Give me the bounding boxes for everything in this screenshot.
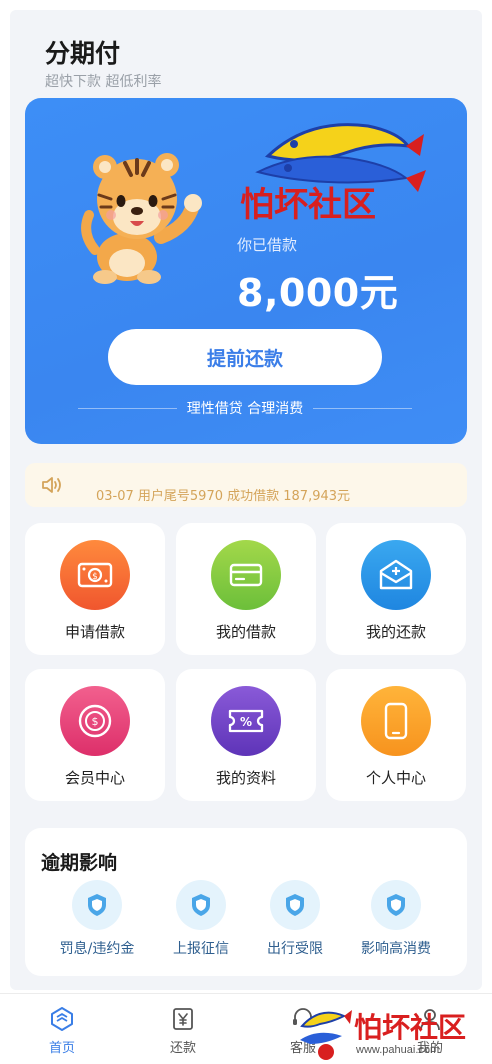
- overdue-item-penalty[interactable]: 罚息/违约金: [47, 880, 147, 960]
- phone-icon: [384, 702, 408, 740]
- slogan-row: 理性借贷 合理消费: [78, 398, 413, 418]
- overdue-impact-card: 逾期影响 罚息/违约金 上报征信 出行受限 影响高消费: [25, 828, 467, 976]
- shield-icon: [192, 894, 210, 916]
- loan-notice-marquee[interactable]: 03-07 用户尾号5970 成功借款 187,943元: [25, 463, 467, 507]
- page-title: 分期付: [45, 39, 121, 68]
- menu-label: 申请借款: [64, 623, 125, 641]
- menu-label: 个人中心: [365, 769, 426, 787]
- menu-apply-loan[interactable]: $ 申请借款: [25, 523, 165, 655]
- loan-amount-label: 你已借款: [237, 236, 298, 254]
- shield-icon: [387, 894, 405, 916]
- menu-icon-circle: $: [60, 540, 130, 610]
- overdue-title: 逾期影响: [41, 852, 118, 874]
- page-subtitle: 超快下款 超低利率: [45, 74, 162, 90]
- menu-my-profile[interactable]: % 我的资料: [176, 669, 316, 801]
- menu-icon-circle: [361, 686, 431, 756]
- menu-label: 我的资料: [215, 769, 276, 787]
- ticket-icon: %: [228, 709, 264, 733]
- home-icon: [51, 1007, 73, 1031]
- card-icon: [229, 563, 263, 587]
- menu-icon-circle: %: [211, 686, 281, 756]
- menu-label: 会员中心: [64, 769, 125, 787]
- menu-my-loans[interactable]: 我的借款: [176, 523, 316, 655]
- svg-text:%: %: [240, 715, 252, 729]
- menu-member-center[interactable]: $ 会员中心: [25, 669, 165, 801]
- menu-label: 我的还款: [365, 623, 426, 641]
- menu-personal-center[interactable]: 个人中心: [326, 669, 466, 801]
- overdue-icon-circle: [176, 880, 226, 930]
- watermark-text: 怕坏社区: [354, 1011, 467, 1044]
- shield-icon: [286, 894, 304, 916]
- overdue-item-travel-limit[interactable]: 出行受限: [245, 880, 345, 960]
- menu-my-repayments[interactable]: 我的还款: [326, 523, 466, 655]
- overdue-label: 罚息/违约金: [59, 941, 135, 957]
- overdue-icon-circle: [270, 880, 320, 930]
- watermark-fish-icon: [300, 1010, 352, 1060]
- coin-icon: $: [78, 704, 112, 738]
- svg-text:$: $: [92, 572, 98, 582]
- money-icon: $: [77, 562, 113, 588]
- slogan-text: 理性借贷 合理消费: [186, 401, 304, 417]
- overdue-item-credit-report[interactable]: 上报征信: [151, 880, 251, 960]
- early-repay-button[interactable]: 提前还款: [108, 329, 382, 385]
- tiger-mascot-icon: [81, 153, 202, 284]
- forum-watermark-logo: 怕坏社区: [240, 123, 426, 222]
- notice-text: 03-07 用户尾号5970 成功借款 187,943元: [96, 489, 351, 504]
- overdue-label: 上报征信: [173, 941, 229, 957]
- overdue-item-high-spending[interactable]: 影响高消费: [346, 880, 446, 960]
- overdue-icon-circle: [371, 880, 421, 930]
- envelope-icon: [379, 559, 413, 590]
- slogan-divider-right: [313, 407, 413, 409]
- overdue-label: 出行受限: [267, 941, 323, 957]
- yen-icon: [173, 1008, 193, 1030]
- tab-home[interactable]: 首页: [22, 1002, 102, 1060]
- svg-text:$: $: [92, 715, 99, 728]
- overdue-icon-circle: [72, 880, 122, 930]
- tab-repay[interactable]: 还款: [143, 1002, 223, 1060]
- watermark-url: www.pahuai.com: [356, 1044, 440, 1056]
- watermark-logo-text: 怕坏社区: [240, 185, 376, 222]
- menu-icon-circle: [361, 540, 431, 610]
- tab-label: 首页: [48, 1041, 75, 1056]
- overdue-label: 影响高消费: [361, 941, 431, 957]
- menu-icon-circle: $: [60, 686, 130, 756]
- slogan-divider-left: [78, 407, 177, 409]
- menu-icon-circle: [211, 540, 281, 610]
- menu-label: 我的借款: [215, 623, 276, 641]
- speaker-icon: [42, 477, 61, 493]
- tab-label: 还款: [169, 1041, 196, 1056]
- loan-amount-value: 8,000元: [237, 271, 399, 315]
- corner-watermark: 怕坏社区 www.pahuai.com: [296, 1000, 492, 1064]
- shield-icon: [88, 894, 106, 916]
